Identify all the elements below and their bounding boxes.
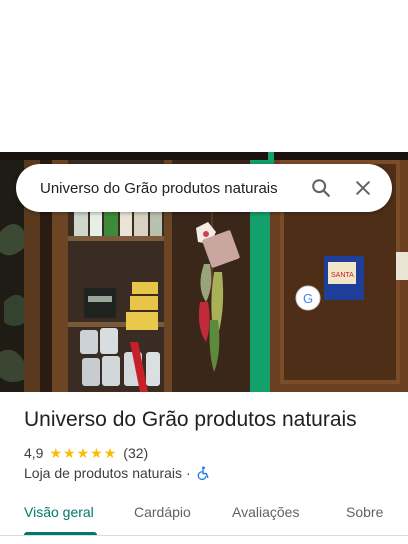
tab-reviews[interactable]: Avaliações — [232, 504, 299, 520]
star-icon: ★ — [90, 445, 103, 461]
wheelchair-accessible-icon — [197, 466, 210, 480]
top-blank-area — [0, 0, 408, 152]
svg-text:G: G — [303, 291, 313, 306]
tab-overview[interactable]: Visão geral — [24, 504, 94, 520]
star-icon: ★ — [49, 445, 63, 461]
tab-menu[interactable]: Cardápio — [134, 504, 191, 520]
search-button[interactable] — [306, 173, 336, 203]
rating-stars: ★ ★ ★ ★ ★ — [49, 446, 117, 460]
category-separator: · — [186, 465, 191, 481]
place-title: Universo do Grão produtos naturais — [24, 408, 357, 431]
place-tabs: Visão geral Cardápio Avaliações Sobre — [0, 494, 408, 538]
search-bar[interactable]: Universo do Grão produtos naturais — [16, 164, 392, 212]
svg-text:SANTA: SANTA — [331, 272, 354, 279]
star-icon: ★ — [76, 445, 90, 461]
clear-search-button[interactable] — [348, 173, 378, 203]
search-icon — [312, 179, 330, 197]
star-icon: ★ — [103, 445, 117, 461]
close-icon — [356, 181, 370, 195]
rating-value: 4,9 — [24, 445, 44, 461]
rating-row[interactable]: 4,9 ★ ★ ★ ★ ★ (32) — [24, 444, 148, 462]
tab-about[interactable]: Sobre — [346, 504, 383, 520]
review-count: (32) — [123, 445, 149, 461]
tabs-divider — [0, 535, 408, 536]
star-icon: ★ — [63, 445, 76, 461]
search-query-text[interactable]: Universo do Grão produtos naturais — [40, 180, 294, 197]
place-category: Loja de produtos naturais — [24, 465, 182, 481]
category-row: Loja de produtos naturais · — [24, 464, 210, 482]
